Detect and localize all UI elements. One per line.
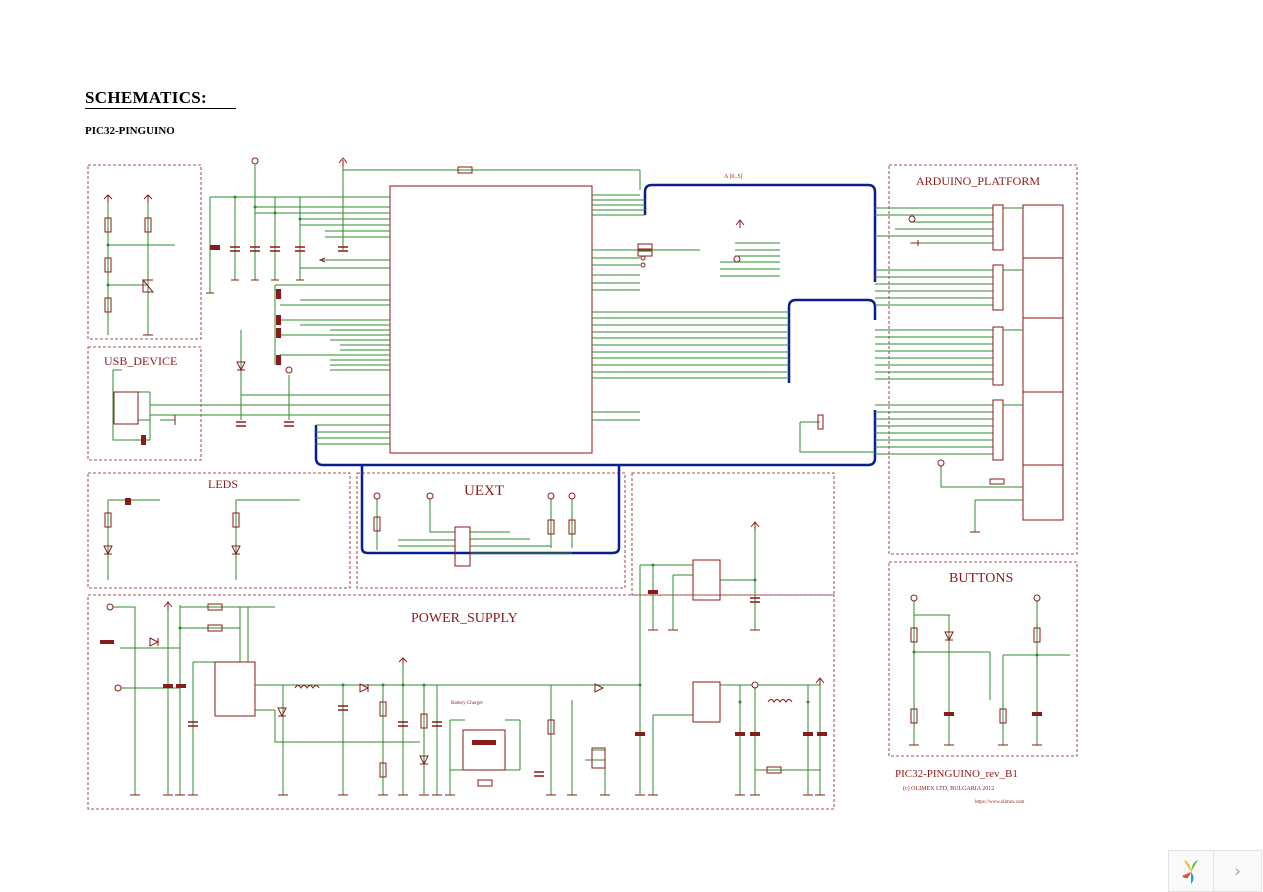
ground-symbols [130,279,1042,796]
arduino-platform-frame [888,164,1078,555]
leds-label: LEDS [208,477,238,491]
signal-bus [314,183,877,555]
voltage-reference-frame [87,164,202,340]
arduino-platform-label: ARDUINO_PLATFORM [916,174,1040,188]
company-label: (c) OLIMEX LTD, BULGARIA 2012 [903,785,994,792]
junctions [106,195,1039,704]
test-pads [106,157,1041,692]
bus-label: A [0..5] [724,174,743,180]
battery-charger-label: Battery Charger [451,701,483,706]
buttons-frame [888,561,1078,757]
pic32-mcu [389,185,593,454]
power-supply-label: POWER_SUPPLY [411,611,518,626]
viewer-nav: › [1168,850,1262,892]
regulator-frame [631,472,835,596]
usb-device-label: USB_DEVICE [104,354,177,368]
yumpu-logo-icon[interactable] [1169,851,1214,891]
capacitors [188,246,760,777]
schematic-diagram: USB_DEVICE LEDS UEXT POWER_SUPPLY ARDUIN… [87,157,1078,810]
buttons-label: BUTTONS [949,571,1013,586]
wires [107,165,1070,795]
components [104,166,1064,787]
chevron-right-icon[interactable]: › [1214,851,1261,891]
revision-label: PIC32-PINGUINO_rev_B1 [895,768,1018,780]
website-label: https://www.olimex.com [975,800,1025,805]
power-symbols [103,157,919,685]
diodes [103,278,954,766]
uext-label: UEXT [464,483,504,499]
